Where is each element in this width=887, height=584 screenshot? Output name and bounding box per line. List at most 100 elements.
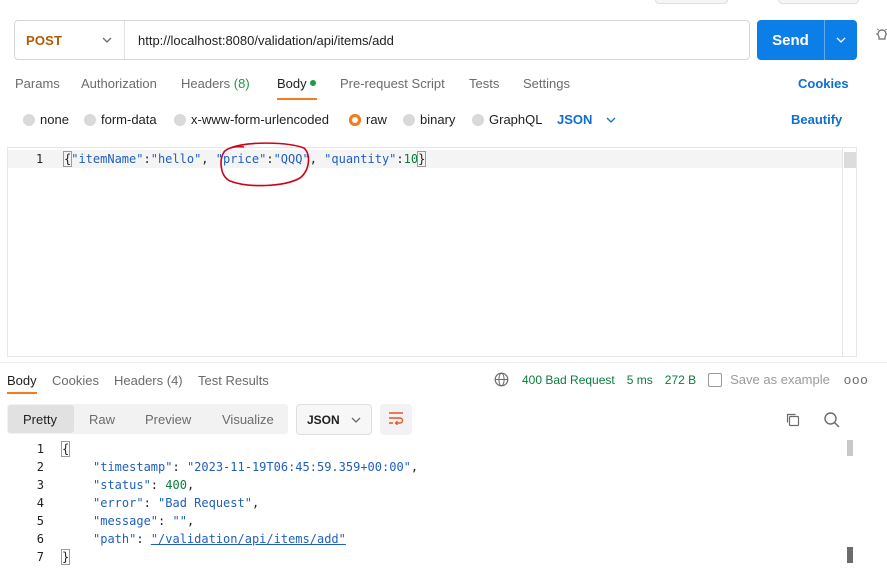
view-raw[interactable]: Raw	[89, 412, 115, 427]
more-options-icon[interactable]: ooo	[844, 372, 869, 387]
json-value: "QQQ"	[273, 152, 310, 166]
scrollbar-thumb[interactable]	[844, 152, 856, 168]
lightbulb-icon[interactable]	[876, 28, 887, 46]
view-preview[interactable]: Preview	[145, 412, 191, 427]
json-key: "error"	[93, 496, 144, 510]
beautify-button[interactable]: Beautify	[791, 112, 842, 127]
code-line: 3 "status": 400,	[0, 478, 860, 496]
json-key: "price"	[215, 152, 267, 166]
radio-circle	[472, 113, 484, 126]
response-time[interactable]: 5 ms	[627, 373, 653, 387]
body-format-label: JSON	[557, 112, 593, 127]
radio-circle-selected	[349, 113, 361, 126]
json-key: "status"	[93, 478, 151, 492]
line-number: 3	[36, 478, 44, 492]
json-key: "quantity"	[324, 152, 397, 166]
json-value: 400	[165, 478, 187, 492]
line-number: 1	[36, 442, 44, 456]
response-tab-headers[interactable]: Headers (4)	[114, 373, 183, 388]
wrap-lines-icon	[388, 411, 404, 428]
globe-icon[interactable]	[494, 372, 509, 387]
response-divider	[0, 362, 887, 363]
radio-label: raw	[366, 112, 387, 127]
json-key: "timestamp"	[93, 460, 173, 474]
code-line: 6 "path": "/validation/api/items/add"	[0, 532, 860, 550]
radio-graphql[interactable]: GraphQL	[472, 112, 542, 127]
send-label: Send	[772, 31, 809, 49]
tab-prerequest-script[interactable]: Pre-request Script	[340, 76, 445, 91]
json-value: ""	[172, 514, 187, 528]
radio-label: GraphQL	[489, 112, 543, 127]
scrollbar-thumb[interactable]	[847, 440, 853, 456]
radio-urlencoded[interactable]: x-www-form-urlencoded	[174, 112, 329, 127]
tab-params[interactable]: Params	[15, 76, 60, 91]
chevron-down-icon[interactable]	[825, 34, 857, 46]
json-value: "2023-11-19T06:45:59.359+00:00"	[186, 460, 411, 474]
wrap-lines-button[interactable]	[380, 404, 412, 435]
line-number: 5	[36, 514, 44, 528]
json-key: "message"	[93, 514, 159, 528]
radio-circle	[174, 113, 186, 126]
search-icon[interactable]	[823, 411, 841, 429]
radio-label: binary	[420, 112, 456, 127]
json-value: "hello"	[150, 152, 202, 166]
code-line: 7}	[0, 549, 860, 568]
active-tab-underline	[277, 98, 317, 100]
response-size[interactable]: 272 B	[665, 373, 696, 387]
line-number: 1	[36, 152, 44, 166]
top-toolbar-button[interactable]	[655, 0, 728, 4]
view-visualize[interactable]: Visualize	[222, 412, 274, 427]
radio-none[interactable]: none	[23, 112, 69, 127]
url-bar: POST http://localhost:8080/validation/ap…	[14, 20, 750, 60]
chevron-down-icon	[606, 114, 616, 126]
active-tab-underline	[7, 392, 37, 394]
copy-icon[interactable]	[785, 412, 801, 428]
json-value: 10	[403, 152, 419, 166]
request-body-editor[interactable]: 1 {"itemName":"hello", "price":"QQQ", "q…	[7, 147, 857, 357]
response-tab-test-results[interactable]: Test Results	[198, 373, 269, 388]
method-label: POST	[26, 32, 63, 48]
line-number: 4	[36, 496, 44, 510]
response-format-label: JSON	[307, 412, 340, 427]
path-link[interactable]: "/validation/api/items/add"	[151, 532, 346, 546]
line-number: 6	[36, 532, 44, 546]
tab-body[interactable]: Body	[277, 76, 316, 91]
line-number: 2	[36, 460, 44, 474]
radio-label: none	[40, 112, 69, 127]
headers-count: (8)	[233, 76, 250, 91]
tab-settings[interactable]: Settings	[523, 76, 570, 91]
response-body-viewer[interactable]: 1{ 2 "timestamp": "2023-11-19T06:45:59.35…	[0, 440, 860, 570]
radio-label: form-data	[101, 112, 157, 127]
close-brace: }	[417, 151, 427, 167]
method-select[interactable]: POST	[15, 21, 125, 59]
scrollbar-thumb[interactable]	[847, 547, 853, 563]
response-tab-cookies[interactable]: Cookies	[52, 373, 99, 388]
url-input[interactable]: http://localhost:8080/validation/api/ite…	[125, 33, 394, 48]
chevron-down-icon	[102, 34, 112, 46]
code-line: 4 "error": "Bad Request",	[0, 496, 860, 514]
body-format-select[interactable]: JSON	[557, 112, 616, 127]
chevron-down-icon	[351, 414, 361, 426]
response-tab-body[interactable]: Body	[7, 373, 37, 388]
cookies-link[interactable]: Cookies	[798, 76, 849, 91]
tab-body-label: Body	[277, 76, 307, 91]
tab-headers-label: Headers	[181, 76, 231, 91]
radio-binary[interactable]: binary	[403, 112, 455, 127]
save-as-example-button[interactable]: Save as example	[730, 372, 830, 387]
radio-form-data[interactable]: form-data	[84, 112, 157, 127]
json-key: "path"	[93, 532, 137, 546]
view-pretty[interactable]: Pretty	[23, 412, 57, 427]
send-button[interactable]: Send	[757, 20, 857, 60]
save-icon	[708, 372, 723, 387]
tab-tests[interactable]: Tests	[469, 76, 499, 91]
code-line: 2 "timestamp": "2023-11-19T06:45:59.359+0…	[0, 460, 860, 478]
radio-raw[interactable]: raw	[349, 112, 387, 127]
tab-authorization[interactable]: Authorization	[81, 76, 157, 91]
status-code[interactable]: 400 Bad Request	[522, 373, 615, 387]
top-toolbar-button[interactable]	[778, 0, 859, 4]
response-format-select[interactable]: JSON	[296, 404, 372, 435]
body-indicator-dot	[309, 80, 316, 86]
response-status-bar: 400 Bad Request 5 ms 272 B Save as examp…	[494, 372, 869, 387]
editor-scrollbar[interactable]	[842, 148, 856, 356]
tab-headers[interactable]: Headers (8)	[181, 76, 250, 91]
